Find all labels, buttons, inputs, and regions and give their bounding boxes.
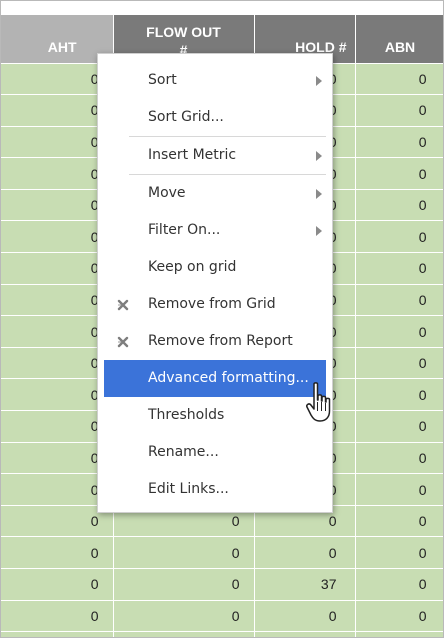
- menu-item-keep-on-grid[interactable]: Keep on grid: [104, 249, 326, 286]
- cell-hold[interactable]: 37: [254, 568, 356, 601]
- cell-abn[interactable]: 0: [355, 126, 443, 159]
- cell-abn[interactable]: 0: [355, 284, 443, 317]
- submenu-arrow-icon: [316, 189, 322, 199]
- cell-hold[interactable]: 0: [254, 600, 356, 633]
- cell-hold[interactable]: 37: [254, 631, 356, 637]
- submenu-arrow-icon: [316, 151, 322, 161]
- remove-x-icon: [117, 336, 129, 348]
- cell-aht[interactable]: 0: [1, 600, 114, 633]
- menu-item-keep-on-grid-label: Keep on grid: [148, 259, 237, 275]
- cell-aht[interactable]: 0: [1, 536, 114, 569]
- cell-abn[interactable]: 0: [355, 473, 443, 506]
- cell-abn[interactable]: 0: [355, 568, 443, 601]
- menu-item-sort-label: Sort: [148, 72, 177, 88]
- submenu-arrow-icon: [316, 226, 322, 236]
- cell-abn[interactable]: 0: [355, 347, 443, 380]
- cell-flow-out[interactable]: 0: [113, 631, 255, 637]
- cell-abn[interactable]: 0: [355, 252, 443, 285]
- menu-item-filter-on[interactable]: Filter On...: [104, 212, 326, 249]
- cell-aht[interactable]: 0: [1, 631, 114, 637]
- remove-x-icon: [117, 299, 129, 311]
- hand-pointer-cursor-icon: [306, 382, 331, 422]
- grid-frame: AHT FLOW OUT # HOLD # ABN 00000000000000…: [0, 0, 444, 638]
- menu-item-remove-from-report-label: Remove from Report: [148, 333, 293, 349]
- menu-item-rename[interactable]: Rename...: [104, 434, 326, 471]
- context-menu: Sort Sort Grid... Insert Metric Move Fil…: [97, 53, 333, 513]
- cell-abn[interactable]: 0: [355, 442, 443, 475]
- table-row[interactable]: 00370: [1, 631, 443, 637]
- table-row[interactable]: 0000: [1, 536, 443, 569]
- table-row[interactable]: 0000: [1, 600, 443, 633]
- cell-abn[interactable]: 0: [355, 631, 443, 637]
- menu-item-remove-from-report[interactable]: Remove from Report: [104, 323, 326, 360]
- menu-item-thresholds-label: Thresholds: [148, 407, 225, 423]
- cell-abn[interactable]: 0: [355, 600, 443, 633]
- menu-item-move[interactable]: Move: [104, 175, 326, 212]
- menu-item-remove-from-grid[interactable]: Remove from Grid: [104, 286, 326, 323]
- cell-abn[interactable]: 0: [355, 94, 443, 127]
- menu-item-move-label: Move: [148, 185, 186, 201]
- column-header-abn[interactable]: ABN: [355, 15, 443, 64]
- menu-item-advanced-formatting[interactable]: Advanced formatting...: [104, 360, 326, 397]
- cell-hold[interactable]: 0: [254, 536, 356, 569]
- cell-flow-out[interactable]: 0: [113, 600, 255, 633]
- cell-abn[interactable]: 0: [355, 63, 443, 96]
- menu-item-sort-grid-label: Sort Grid...: [148, 109, 224, 125]
- cell-abn[interactable]: 0: [355, 157, 443, 190]
- cell-abn[interactable]: 0: [355, 189, 443, 222]
- column-header-flow-out-line1: FLOW OUT: [146, 23, 221, 40]
- cell-abn[interactable]: 0: [355, 410, 443, 443]
- menu-item-edit-links[interactable]: Edit Links...: [104, 471, 326, 508]
- cell-abn[interactable]: 0: [355, 315, 443, 348]
- menu-item-thresholds[interactable]: Thresholds: [104, 397, 326, 434]
- menu-item-insert-metric-label: Insert Metric: [148, 147, 237, 163]
- cell-abn[interactable]: 0: [355, 378, 443, 412]
- cell-aht[interactable]: 0: [1, 568, 114, 601]
- cell-abn[interactable]: 0: [355, 536, 443, 569]
- submenu-arrow-icon: [316, 76, 322, 86]
- menu-item-advanced-formatting-label: Advanced formatting...: [148, 370, 309, 386]
- menu-item-edit-links-label: Edit Links...: [148, 481, 229, 497]
- cell-abn[interactable]: 0: [355, 505, 443, 538]
- menu-item-insert-metric[interactable]: Insert Metric: [104, 137, 326, 174]
- table-row[interactable]: 00370: [1, 568, 443, 601]
- menu-item-sort-grid[interactable]: Sort Grid...: [104, 99, 326, 136]
- menu-item-filter-on-label: Filter On...: [148, 222, 221, 238]
- menu-item-rename-label: Rename...: [148, 444, 219, 460]
- cell-flow-out[interactable]: 0: [113, 536, 255, 569]
- cell-flow-out[interactable]: 0: [113, 568, 255, 601]
- menu-item-remove-from-grid-label: Remove from Grid: [148, 296, 276, 312]
- cell-abn[interactable]: 0: [355, 220, 443, 254]
- menu-item-sort[interactable]: Sort: [104, 62, 326, 99]
